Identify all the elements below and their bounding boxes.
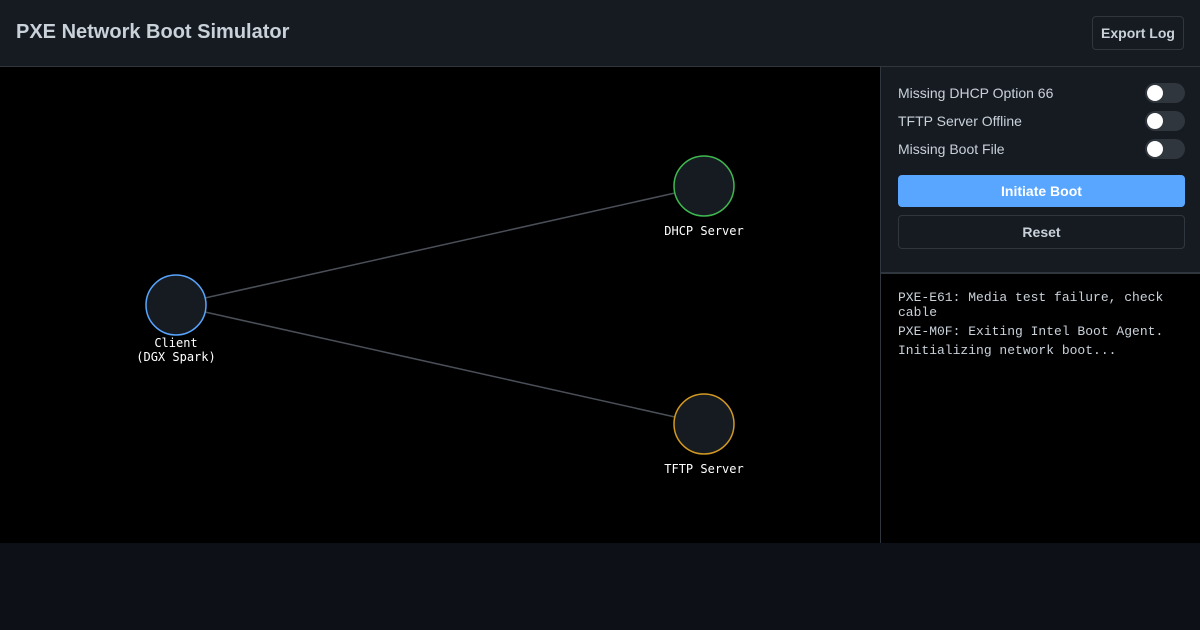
link-client-tftp (204, 311, 676, 418)
toggle-knob (1147, 85, 1163, 101)
toggle-knob (1147, 113, 1163, 129)
tftp-server-label: TFTP Server (664, 462, 743, 476)
log-line: PXE-M0F: Exiting Intel Boot Agent. (898, 324, 1164, 339)
missing-dhcp-option-66-toggle[interactable] (1145, 83, 1185, 103)
export-log-button[interactable]: Export Log (1092, 16, 1184, 50)
boot-log: PXE-E61: Media test failure, check cable… (881, 274, 1200, 543)
toggle-row-missing-boot-file: Missing Boot File (898, 139, 1185, 159)
toggle-row-dhcp-option-66: Missing DHCP Option 66 (898, 83, 1185, 103)
network-diagram: Client (DGX Spark) DHCP Server TFTP Serv… (0, 67, 880, 543)
dhcp-server-label: DHCP Server (664, 224, 743, 238)
toggle-label: Missing Boot File (898, 141, 1005, 157)
dhcp-server-node[interactable] (673, 155, 735, 217)
app-header: PXE Network Boot Simulator Export Log (0, 0, 1200, 67)
client-node-sublabel: (DGX Spark) (136, 350, 215, 364)
toggle-row-tftp-offline: TFTP Server Offline (898, 111, 1185, 131)
toggle-label: TFTP Server Offline (898, 113, 1022, 129)
network-diagram-svg: Client (DGX Spark) DHCP Server TFTP Serv… (136, 155, 744, 476)
app-title: PXE Network Boot Simulator (16, 21, 290, 43)
reset-button[interactable]: Reset (898, 215, 1185, 249)
toggle-label: Missing DHCP Option 66 (898, 85, 1054, 101)
log-line: Initializing network boot... (898, 343, 1117, 358)
missing-boot-file-toggle[interactable] (1145, 139, 1185, 159)
link-client-dhcp (204, 192, 676, 299)
fault-controls: Missing DHCP Option 66 TFTP Server Offli… (881, 67, 1200, 274)
tftp-server-node[interactable] (673, 393, 735, 455)
client-node-label: Client (154, 336, 197, 350)
sidebar: Missing DHCP Option 66 TFTP Server Offli… (880, 67, 1200, 543)
log-line: PXE-E61: Media test failure, check cable (898, 290, 1164, 320)
toggle-knob (1147, 141, 1163, 157)
initiate-boot-button[interactable]: Initiate Boot (898, 175, 1185, 207)
client-node[interactable] (145, 274, 207, 336)
tftp-server-offline-toggle[interactable] (1145, 111, 1185, 131)
